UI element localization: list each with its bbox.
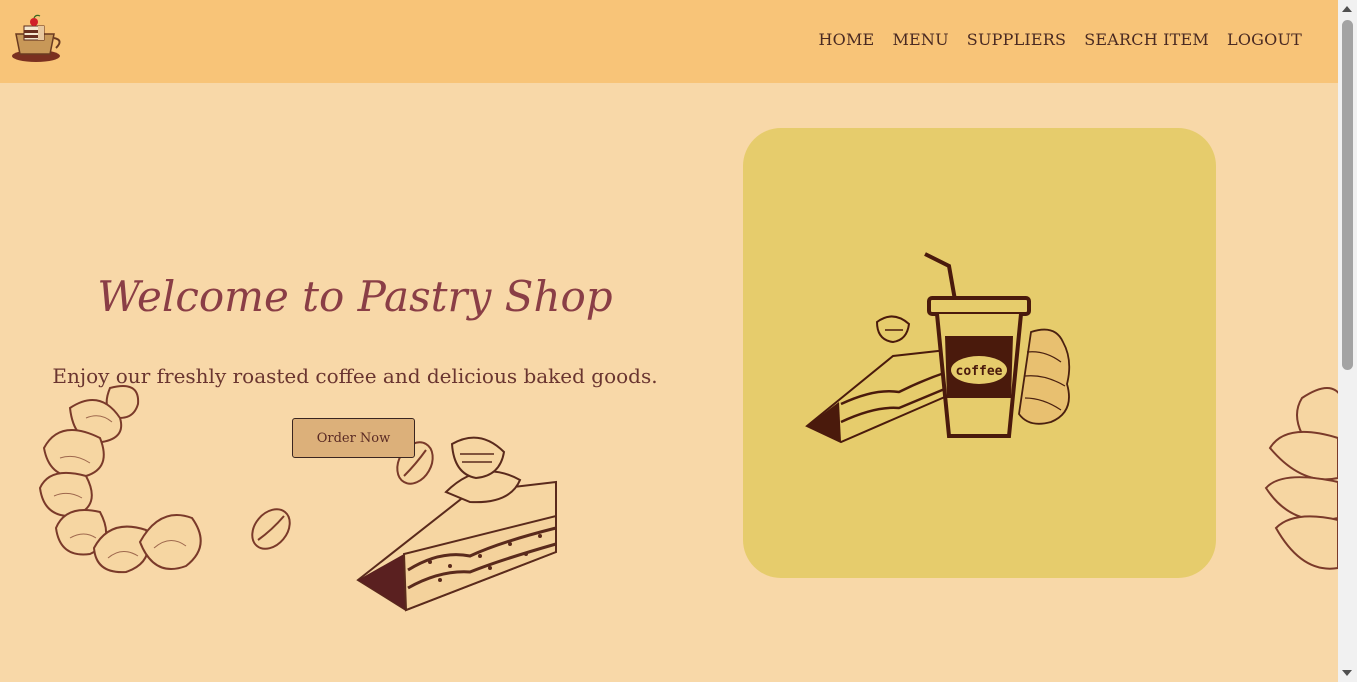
nav-home-link[interactable]: HOME (819, 30, 875, 49)
nav-logout-link[interactable]: LOGOUT (1227, 30, 1302, 49)
nav-links: HOME MENU SUPPLIERS SEARCH ITEM LOGOUT (819, 30, 1303, 49)
scroll-down-icon[interactable] (1342, 670, 1352, 676)
order-now-button[interactable]: Order Now (292, 418, 415, 458)
coffee-bean-sketch-1 (251, 508, 291, 550)
coffee-pastry-illustration: coffee (805, 252, 1071, 444)
nav-menu-link[interactable]: MENU (892, 30, 948, 49)
scrollbar-thumb[interactable] (1342, 20, 1353, 370)
nav-suppliers-link[interactable]: SUPPLIERS (967, 30, 1066, 49)
nav-search-item-link[interactable]: SEARCH ITEM (1084, 30, 1209, 49)
hero-subtitle: Enjoy our freshly roasted coffee and del… (52, 364, 658, 388)
croissant-sketch-left (38, 385, 202, 574)
hero-image-card: coffee (743, 128, 1216, 578)
croissant-sketch-right (1264, 387, 1343, 570)
hero-title: Welcome to Pastry Shop (97, 272, 613, 321)
pastry-cup-logo-icon[interactable] (10, 14, 64, 64)
page-scrollbar[interactable] (1338, 0, 1357, 682)
cake-slice-sketch (356, 436, 557, 612)
coffee-cup-label: coffee (956, 364, 1003, 379)
top-navbar: HOME MENU SUPPLIERS SEARCH ITEM LOGOUT (0, 0, 1338, 83)
scroll-up-icon[interactable] (1342, 6, 1352, 12)
